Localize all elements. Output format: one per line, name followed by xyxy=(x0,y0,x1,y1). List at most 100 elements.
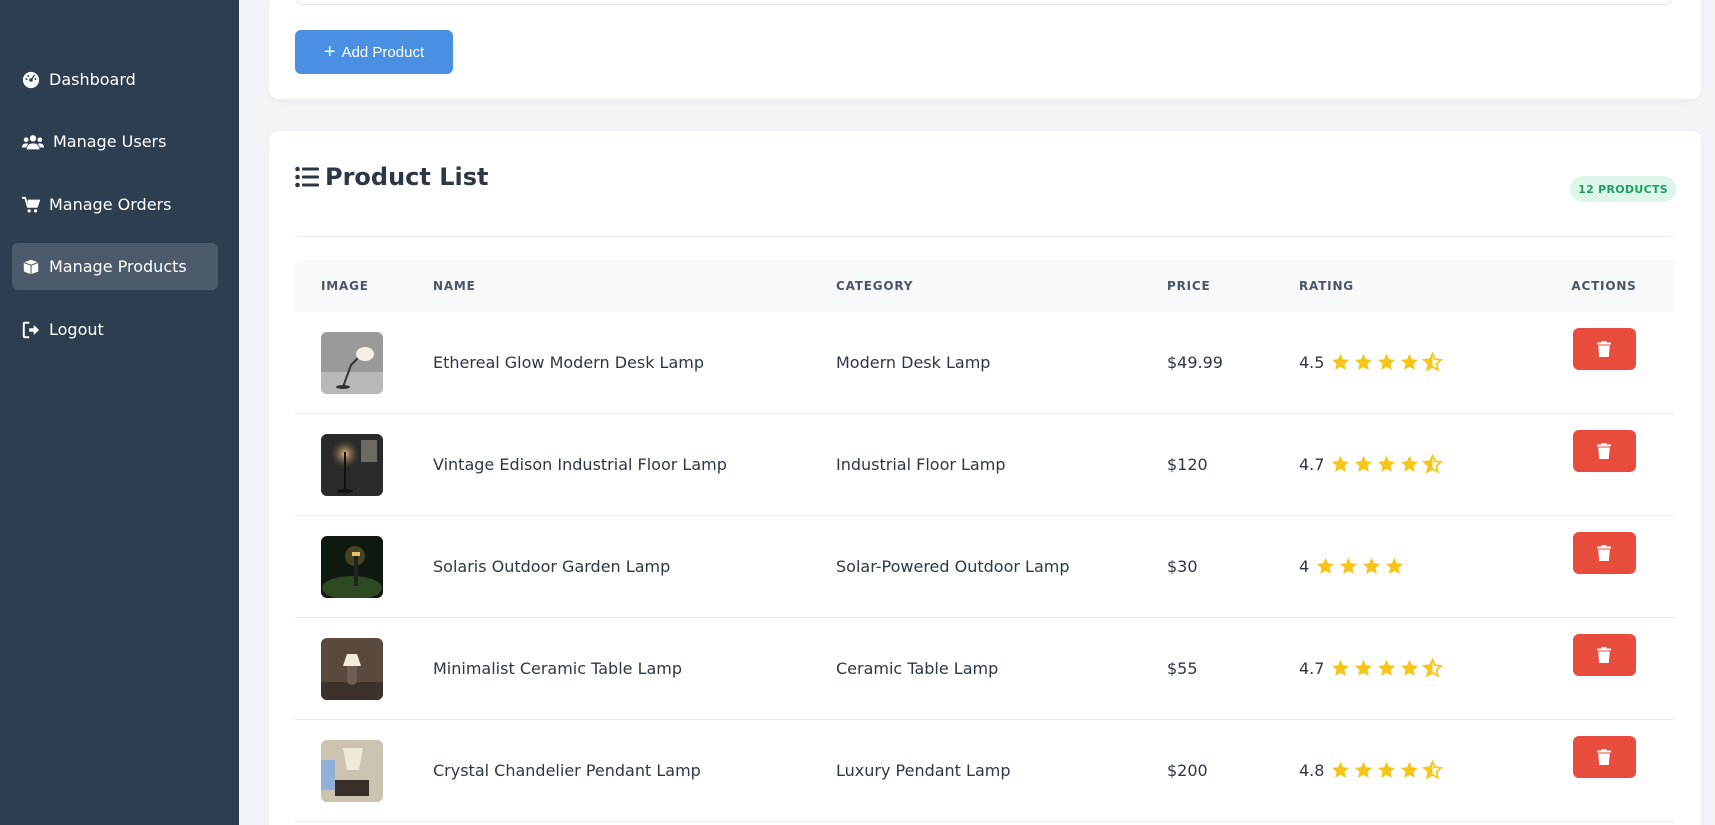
product-category: Modern Desk Lamp xyxy=(836,353,991,372)
column-header-category: CATEGORY xyxy=(836,279,914,293)
page-title: Product List xyxy=(325,163,489,191)
product-thumbnail xyxy=(321,637,383,700)
product-table: IMAGE NAME CATEGORY PRICE RATING ACTIONS… xyxy=(295,260,1675,822)
star-full-icon xyxy=(1376,658,1397,679)
star-full-icon xyxy=(1330,658,1351,679)
rating-value: 4.5 xyxy=(1299,353,1325,372)
table-row: Solaris Outdoor Garden Lamp Solar-Powere… xyxy=(295,516,1675,618)
box-icon xyxy=(21,257,41,277)
table-row: Minimalist Ceramic Table Lamp Ceramic Ta… xyxy=(295,618,1675,720)
product-category: Luxury Pendant Lamp xyxy=(836,761,1011,780)
star-half-icon xyxy=(1422,453,1444,475)
dashboard-icon xyxy=(21,70,41,90)
star-full-icon xyxy=(1399,454,1420,475)
star-half-icon xyxy=(1422,657,1444,679)
product-category: Solar-Powered Outdoor Lamp xyxy=(836,557,1070,576)
star-full-icon xyxy=(1376,454,1397,475)
star-rating xyxy=(1315,556,1407,577)
sidebar-item-logout[interactable]: Logout xyxy=(12,306,218,353)
star-full-icon xyxy=(1353,658,1374,679)
column-header-actions: ACTIONS xyxy=(1571,279,1637,293)
table-row: Ethereal Glow Modern Desk Lamp Modern De… xyxy=(295,312,1675,414)
delete-button[interactable] xyxy=(1572,327,1636,370)
product-name: Vintage Edison Industrial Floor Lamp xyxy=(433,455,727,474)
sidebar: Dashboard Manage Users Manage Orders Man… xyxy=(0,0,239,825)
product-list-card: Product List 12 PRODUCTS IMAGE NAME CATE… xyxy=(269,131,1701,825)
sidebar-item-label: Logout xyxy=(49,320,104,339)
star-full-icon xyxy=(1330,454,1351,475)
star-full-icon xyxy=(1330,760,1351,781)
delete-button[interactable] xyxy=(1572,633,1636,676)
trash-icon xyxy=(1597,748,1611,765)
sidebar-item-label: Manage Products xyxy=(49,257,187,276)
product-name: Solaris Outdoor Garden Lamp xyxy=(433,557,671,576)
product-category: Industrial Floor Lamp xyxy=(836,455,1006,474)
star-full-icon xyxy=(1399,352,1420,373)
add-product-card: + Add Product xyxy=(269,0,1701,99)
form-input-edge xyxy=(295,0,1673,5)
star-full-icon xyxy=(1315,556,1336,577)
delete-button[interactable] xyxy=(1572,429,1636,472)
sidebar-item-dashboard[interactable]: Dashboard xyxy=(12,56,218,103)
trash-icon xyxy=(1597,646,1611,663)
product-thumbnail xyxy=(321,535,383,598)
table-header: IMAGE NAME CATEGORY PRICE RATING ACTIONS xyxy=(295,260,1675,312)
star-full-icon xyxy=(1376,352,1397,373)
rating-value: 4.7 xyxy=(1299,659,1325,678)
rating-value: 4 xyxy=(1299,557,1310,576)
delete-button[interactable] xyxy=(1572,531,1636,574)
star-full-icon xyxy=(1399,658,1420,679)
product-name: Minimalist Ceramic Table Lamp xyxy=(433,659,683,678)
product-count-badge: 12 PRODUCTS xyxy=(1570,176,1676,202)
delete-button[interactable] xyxy=(1572,735,1636,778)
list-icon xyxy=(295,166,319,188)
product-list-title: Product List xyxy=(295,163,489,191)
add-product-button[interactable]: + Add Product xyxy=(295,30,453,74)
product-name: Ethereal Glow Modern Desk Lamp xyxy=(433,353,705,372)
sidebar-item-products[interactable]: Manage Products xyxy=(12,243,218,290)
column-header-name: NAME xyxy=(433,279,476,293)
column-header-image: IMAGE xyxy=(321,279,369,293)
product-price: $49.99 xyxy=(1167,353,1223,372)
star-full-icon xyxy=(1399,760,1420,781)
column-header-price: PRICE xyxy=(1167,279,1211,293)
users-icon xyxy=(21,132,45,152)
star-half-icon xyxy=(1422,351,1444,373)
sidebar-item-label: Dashboard xyxy=(49,70,136,89)
trash-icon xyxy=(1597,544,1611,561)
divider xyxy=(295,236,1675,237)
product-thumbnail xyxy=(321,433,383,496)
add-product-label: Add Product xyxy=(341,43,425,61)
logout-icon xyxy=(21,320,41,340)
product-category: Ceramic Table Lamp xyxy=(836,659,999,678)
star-full-icon xyxy=(1353,760,1374,781)
star-half-icon xyxy=(1422,759,1444,781)
sidebar-item-label: Manage Users xyxy=(53,132,167,151)
trash-icon xyxy=(1597,340,1611,357)
column-header-rating: RATING xyxy=(1299,279,1354,293)
product-price: $30 xyxy=(1167,557,1198,576)
plus-icon: + xyxy=(323,41,336,63)
star-rating xyxy=(1330,351,1445,373)
sidebar-item-orders[interactable]: Manage Orders xyxy=(12,181,218,228)
star-rating xyxy=(1330,657,1445,679)
star-rating xyxy=(1330,759,1445,781)
table-row: Crystal Chandelier Pendant Lamp Luxury P… xyxy=(295,720,1675,822)
star-full-icon xyxy=(1384,556,1405,577)
rating-value: 4.8 xyxy=(1299,761,1325,780)
product-price: $200 xyxy=(1167,761,1208,780)
star-rating xyxy=(1330,453,1445,475)
product-price: $55 xyxy=(1167,659,1198,678)
sidebar-item-label: Manage Orders xyxy=(49,195,172,214)
star-full-icon xyxy=(1361,556,1382,577)
sidebar-item-users[interactable]: Manage Users xyxy=(12,118,218,165)
product-thumbnail xyxy=(321,331,383,394)
cart-icon xyxy=(21,195,41,215)
star-full-icon xyxy=(1338,556,1359,577)
trash-icon xyxy=(1597,442,1611,459)
star-full-icon xyxy=(1376,760,1397,781)
star-full-icon xyxy=(1353,352,1374,373)
rating-value: 4.7 xyxy=(1299,455,1325,474)
table-row: Vintage Edison Industrial Floor Lamp Ind… xyxy=(295,414,1675,516)
product-price: $120 xyxy=(1167,455,1208,474)
